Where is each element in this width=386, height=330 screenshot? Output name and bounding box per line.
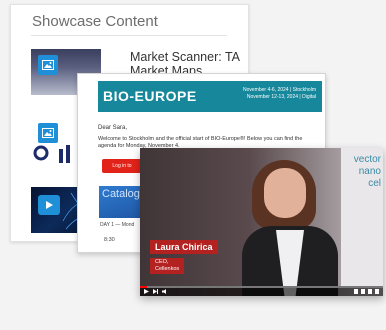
speaker-face xyxy=(264,168,306,218)
captions-icon[interactable] xyxy=(354,289,358,294)
login-button[interactable]: Log in to xyxy=(102,159,142,173)
poster-text-line: cel xyxy=(368,178,381,189)
theater-icon[interactable] xyxy=(368,289,372,294)
progress-fill xyxy=(140,286,148,288)
playback-controls xyxy=(144,289,168,294)
image-icon xyxy=(38,123,58,143)
event-date-line: November 4-6, 2024 | Stockholm xyxy=(242,87,316,93)
speaker-company: Cellenkos xyxy=(155,266,180,272)
showcase-divider xyxy=(31,35,227,36)
play-icon[interactable] xyxy=(144,289,149,294)
email-header-banner: BIO-EUROPE November 4-6, 2024 | Stockhol… xyxy=(98,81,322,112)
progress-bar[interactable] xyxy=(140,286,383,288)
speaker-role: CEO, Cellenkos xyxy=(150,258,185,274)
speaker-name: Laura Chirica xyxy=(150,240,218,254)
fullscreen-icon[interactable] xyxy=(375,289,379,294)
email-greeting: Dear Sara, xyxy=(98,125,128,131)
settings-icon[interactable] xyxy=(361,289,365,294)
session-time: 8:30 xyxy=(104,237,115,243)
video-player[interactable]: vector nano cel Laura Chirica CEO, Celle… xyxy=(140,148,383,296)
brand-logo-text: BIO-EUROPE xyxy=(103,88,197,104)
player-options xyxy=(354,289,379,294)
event-date-line: November 12-13, 2024 | Digital xyxy=(246,94,316,100)
video-controls xyxy=(140,286,383,296)
poster-text-line: nano xyxy=(358,166,381,177)
catalog-banner[interactable]: Catalog xyxy=(99,186,143,218)
showcase-title: Showcase Content xyxy=(32,13,158,30)
day-heading: DAY 1 — Mond xyxy=(100,222,135,228)
next-icon[interactable] xyxy=(153,289,158,294)
volume-icon[interactable] xyxy=(162,289,168,294)
event-dates: November 4-6, 2024 | Stockholm November … xyxy=(243,87,316,101)
poster-text-line: vector xyxy=(353,154,381,165)
poster-text: vector nano cel xyxy=(354,154,381,190)
image-icon xyxy=(38,55,58,75)
play-icon xyxy=(38,195,60,215)
background-poster: vector nano cel xyxy=(341,148,383,288)
speaker-role-line: CEO, xyxy=(155,259,169,265)
